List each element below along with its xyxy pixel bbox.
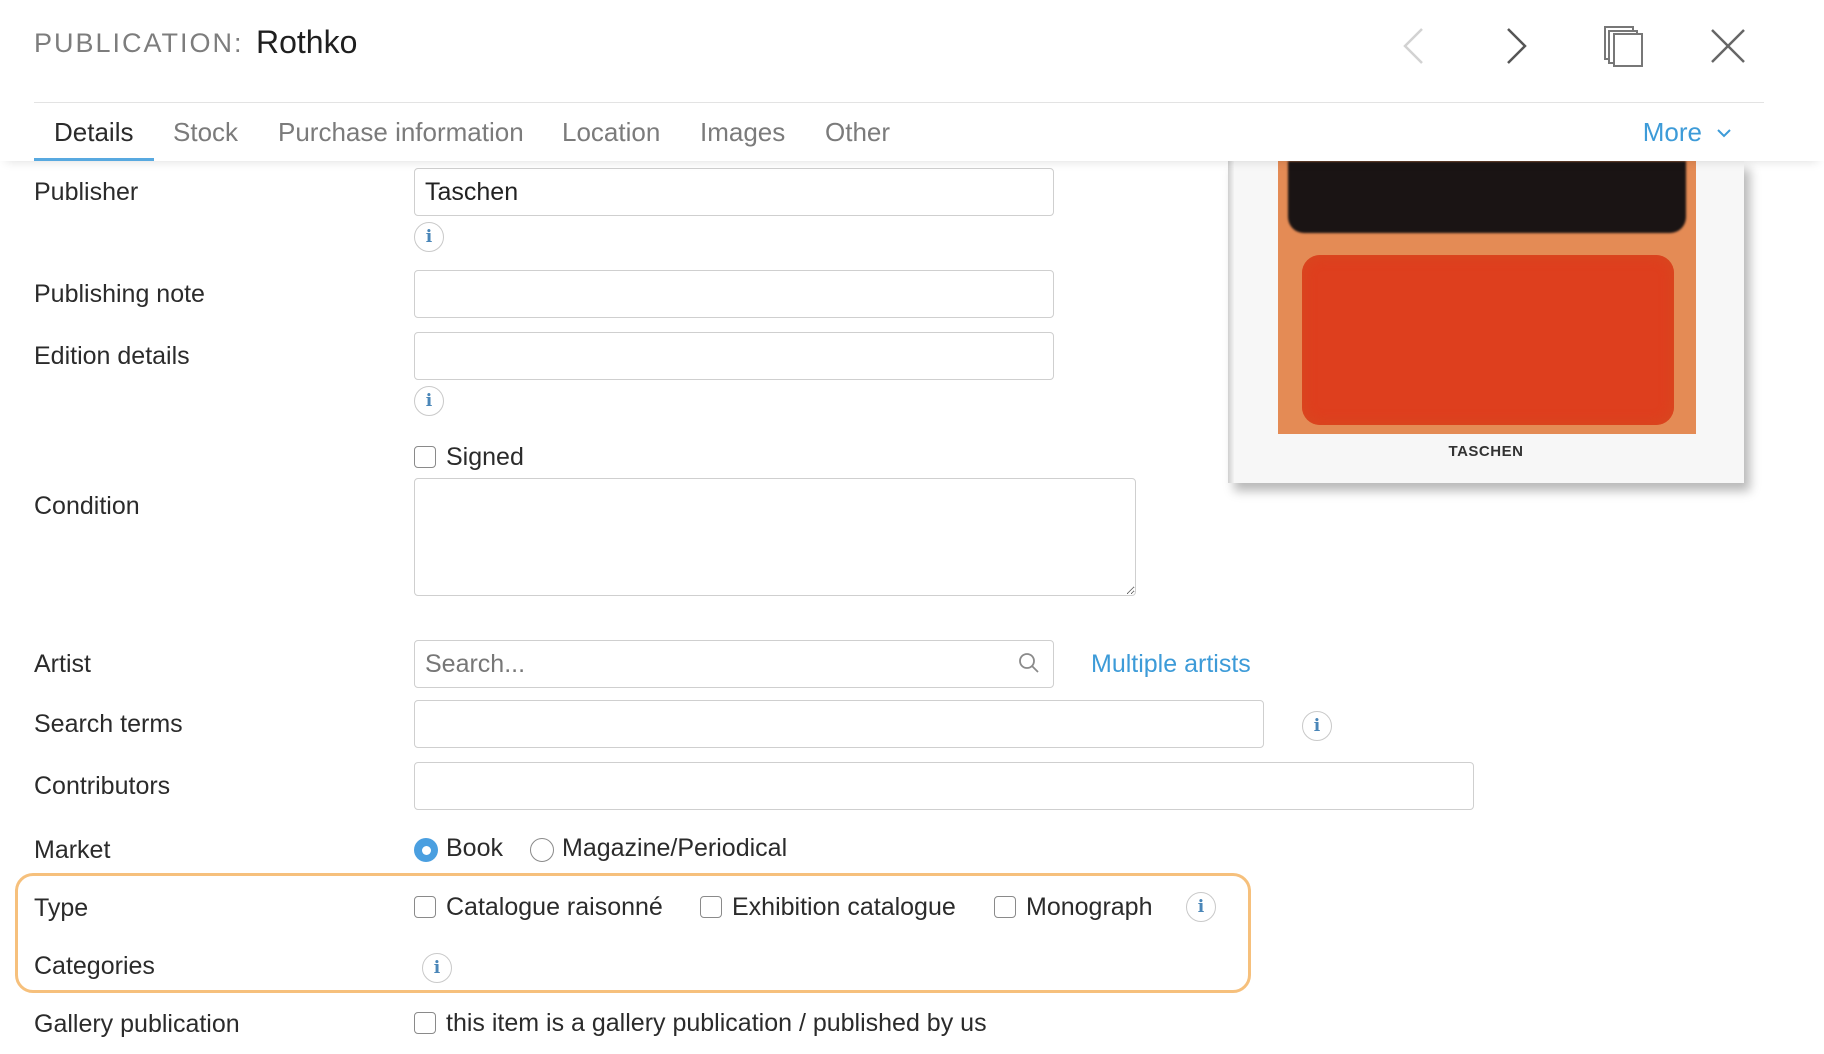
tab-purchase-information[interactable]: Purchase information <box>278 117 524 148</box>
page-title: Rothko <box>256 24 358 60</box>
duplicate-button[interactable] <box>1596 18 1652 74</box>
cover-painting <box>1278 161 1696 434</box>
gallery-publication-checkbox[interactable] <box>414 1012 436 1034</box>
artist-label: Artist <box>34 650 91 678</box>
signed-label: Signed <box>446 443 524 471</box>
cover-image: TASCHEN <box>1228 161 1744 483</box>
type-option-exhibition-catalogue: Exhibition catalogue <box>732 893 956 921</box>
multiple-artists-link[interactable]: Multiple artists <box>1091 650 1251 679</box>
type-checkbox-exhibition-catalogue[interactable] <box>700 896 722 918</box>
condition-label: Condition <box>34 492 140 520</box>
search-terms-label: Search terms <box>34 710 183 738</box>
copy-icon <box>1604 26 1643 67</box>
market-option-magazine: Magazine/Periodical <box>562 834 788 862</box>
signed-checkbox[interactable] <box>414 446 436 468</box>
tab-stock[interactable]: Stock <box>173 117 238 148</box>
search-terms-input[interactable] <box>414 700 1264 748</box>
contributors-label: Contributors <box>34 772 171 800</box>
tab-details[interactable]: Details <box>54 117 133 148</box>
more-button[interactable]: More <box>1643 117 1732 148</box>
type-info-icon[interactable]: i <box>1186 892 1216 922</box>
type-categories-highlight <box>15 873 1251 993</box>
publisher-info-icon[interactable]: i <box>414 222 444 252</box>
market-option-book: Book <box>446 834 503 862</box>
publishing-note-input[interactable] <box>414 270 1054 318</box>
market-radio-book[interactable] <box>414 838 438 862</box>
chevron-right-icon <box>1507 28 1527 64</box>
artist-search-input[interactable] <box>414 640 1054 688</box>
more-label: More <box>1642 117 1702 147</box>
close-button[interactable] <box>1700 18 1756 74</box>
edition-details-label: Edition details <box>34 342 190 370</box>
type-label: Type <box>34 894 89 922</box>
header-label: PUBLICATION: <box>34 28 244 58</box>
type-checkbox-monograph[interactable] <box>994 896 1016 918</box>
cover-spine <box>1228 161 1234 483</box>
type-checkbox-catalogue-raisonne[interactable] <box>414 896 436 918</box>
active-tab-indicator <box>34 158 154 161</box>
publisher-label: Publisher <box>34 178 139 206</box>
cover-dark-band <box>1288 161 1686 233</box>
tab-images[interactable]: Images <box>700 117 785 148</box>
type-option-monograph: Monograph <box>1026 893 1153 921</box>
market-label: Market <box>34 836 111 864</box>
cover-red-block <box>1302 255 1674 425</box>
condition-textarea[interactable] <box>414 478 1136 596</box>
tab-location[interactable]: Location <box>562 117 660 148</box>
tab-bar: Details Stock Purchase information Locat… <box>0 103 1824 161</box>
edition-details-info-icon[interactable]: i <box>414 386 444 416</box>
publishing-note-label: Publishing note <box>34 280 205 308</box>
publisher-input[interactable] <box>414 168 1054 216</box>
tab-other[interactable]: Other <box>825 117 890 148</box>
chevron-left-icon <box>1403 28 1423 64</box>
close-icon <box>1711 29 1745 63</box>
categories-info-icon[interactable]: i <box>422 953 452 983</box>
previous-button[interactable] <box>1386 18 1442 74</box>
gallery-publication-label: Gallery publication <box>34 1010 240 1038</box>
contributors-input[interactable] <box>414 762 1474 810</box>
market-radio-magazine[interactable] <box>530 838 554 862</box>
categories-label: Categories <box>34 952 155 980</box>
gallery-publication-text: this item is a gallery publication / pub… <box>446 1009 987 1037</box>
next-button[interactable] <box>1488 18 1544 74</box>
search-icon <box>1019 653 1039 673</box>
cover-brand: TASCHEN <box>1448 443 1524 460</box>
edition-details-input[interactable] <box>414 332 1054 380</box>
search-terms-info-icon[interactable]: i <box>1302 711 1332 741</box>
chevron-down-icon <box>1717 128 1731 137</box>
type-option-catalogue-raisonne: Catalogue raisonné <box>446 893 663 921</box>
